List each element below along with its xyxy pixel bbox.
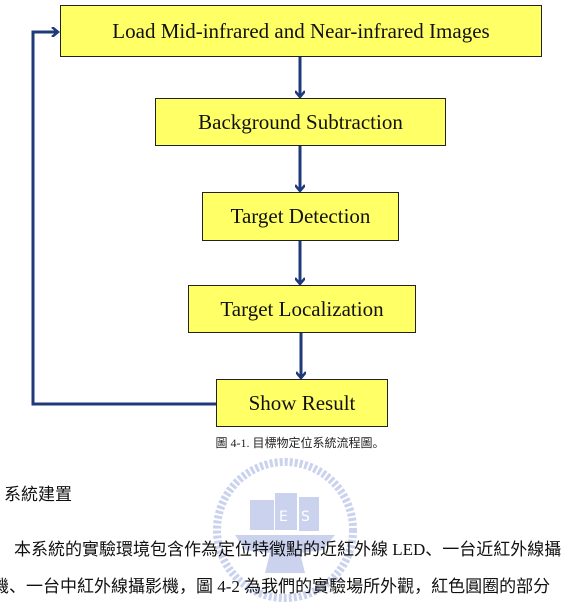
step-load-images: Load Mid-infrared and Near-infrared Imag… [60,5,542,57]
paragraph-line-2: 機、一台中紅外線攝影機，圖 4-2 為我們的實驗場所外觀，紅色圓圈的部分 [0,577,551,596]
step-label: Target Detection [230,204,371,228]
step-label: Background Subtraction [198,109,403,134]
step-show-result: Show Result [216,379,388,427]
figure-caption: 圖 4-1. 目標物定位系統流程圖。 [215,436,385,450]
step-label: Target Localization [220,296,384,321]
step-target-localization: Target Localization [188,285,416,333]
step-target-detection: Target Detection [202,192,399,241]
step-label: Show Result [248,390,356,415]
step-background-subtraction: Background Subtraction [155,98,446,146]
loop-back-arrow [31,32,216,406]
svg-text:S: S [301,509,310,525]
svg-text:E: E [279,509,288,525]
paragraph-line-1: 本系統的實驗環境包含作為定位特徵點的近紅外線 LED、一台近紅外線攝 [14,540,562,559]
step-label: Load Mid-infrared and Near-infrared Imag… [112,18,490,43]
section-heading: 系統建置 [4,485,72,504]
